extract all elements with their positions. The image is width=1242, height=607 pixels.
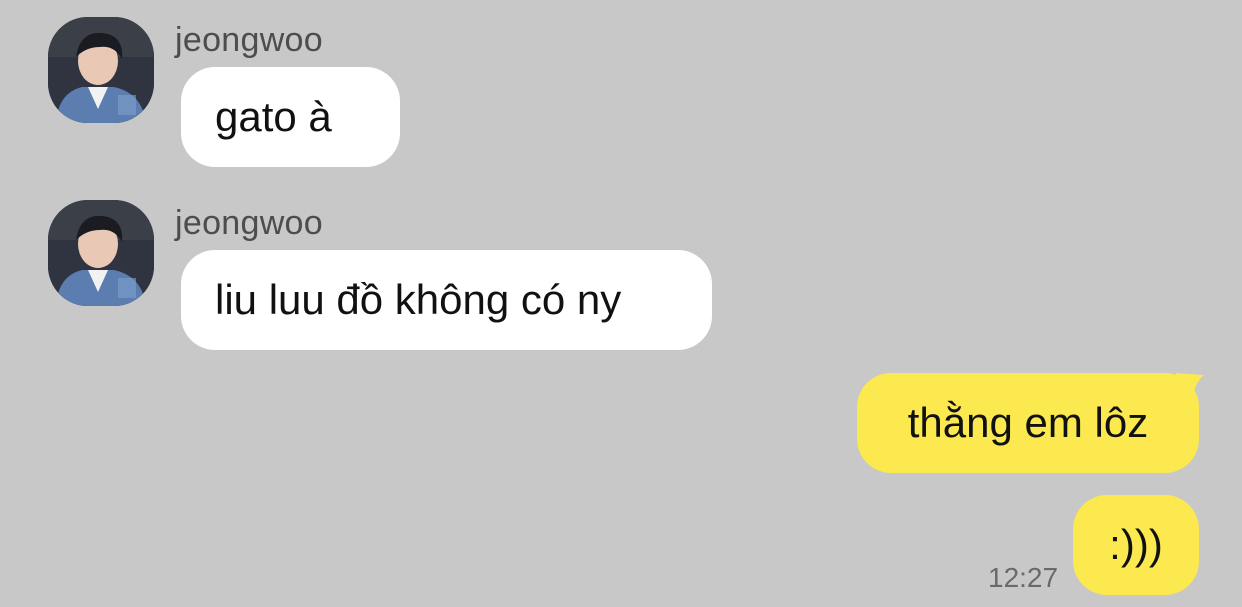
message-text: :))): [1109, 521, 1163, 568]
avatar-photo-icon: [48, 200, 154, 306]
avatar[interactable]: [48, 17, 154, 123]
avatar-photo-icon: [48, 17, 154, 123]
avatar[interactable]: [48, 200, 154, 306]
message-timestamp: 12:27: [988, 562, 1059, 593]
incoming-message-bubble[interactable]: liu luu đồ không có ny: [181, 250, 712, 350]
message-text: thằng em lôz: [907, 399, 1149, 446]
sender-name: jeongwoo: [175, 21, 323, 59]
incoming-message-bubble[interactable]: gato à: [181, 67, 400, 167]
outgoing-message-bubble[interactable]: :))): [1073, 495, 1199, 595]
message-text: liu luu đồ không có ny: [215, 276, 622, 323]
message-text: gato à: [215, 93, 332, 140]
bubble-tail-icon: [1176, 373, 1204, 401]
sender-name: jeongwoo: [175, 204, 323, 242]
outgoing-message-bubble[interactable]: thằng em lôz: [857, 373, 1199, 473]
